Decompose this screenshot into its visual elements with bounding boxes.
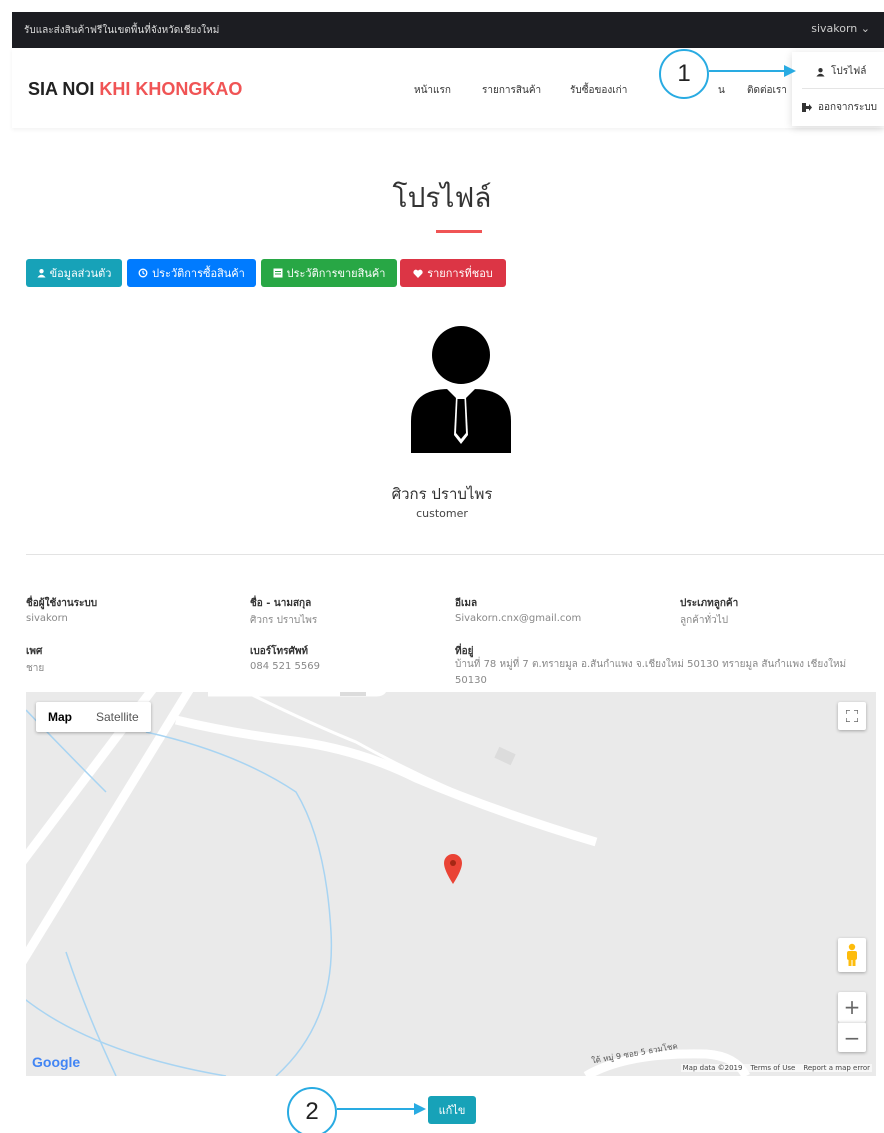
dropdown-logout-label: ออกจากระบบ bbox=[818, 102, 878, 113]
value-username: sivakorn bbox=[26, 613, 68, 624]
callout-1-arrowhead bbox=[784, 65, 796, 77]
callout-1: 1 bbox=[659, 49, 709, 99]
section-divider bbox=[26, 554, 884, 555]
value-gender: ชาย bbox=[26, 663, 45, 674]
user-menu-toggle[interactable]: sivakorn ⌄ bbox=[811, 22, 870, 35]
edit-profile-button[interactable]: แก้ไข bbox=[428, 1096, 476, 1124]
label-email: อีเมล bbox=[455, 598, 478, 609]
site-logo[interactable]: SIA NOI KHI KHONGKAO bbox=[28, 79, 242, 100]
nav-obscured-item[interactable]: น bbox=[718, 83, 725, 98]
tab-sales-history[interactable]: ประวัติการขายสินค้า bbox=[261, 259, 397, 287]
user-dropdown-menu: โปรไฟล์ ออกจากระบบ bbox=[792, 52, 884, 126]
tab-sales-label: ประวัติการขายสินค้า bbox=[286, 267, 386, 280]
callout-2: 2 bbox=[287, 1087, 337, 1133]
map-terms-link[interactable]: Terms of Use bbox=[750, 1064, 795, 1072]
page-title: โปรไฟล์ bbox=[392, 181, 492, 214]
map-report-link[interactable]: Report a map error bbox=[803, 1064, 870, 1072]
top-bar: รับและส่งสินค้าฟรีในเขตพื้นที่จังหวัดเชี… bbox=[12, 12, 884, 48]
label-customer-type: ประเภทลูกค้า bbox=[680, 598, 739, 609]
tab-personal-label: ข้อมูลส่วนตัว bbox=[49, 267, 112, 280]
logo-text-primary: SIA NOI bbox=[28, 79, 100, 99]
value-fullname: ศิวกร ปราบไพร bbox=[250, 615, 318, 626]
profile-name: ศิวกร ปราบไพร bbox=[391, 485, 493, 503]
google-logo-text: Google bbox=[32, 1054, 81, 1070]
dropdown-profile-label: โปรไฟล์ bbox=[831, 66, 867, 77]
profile-avatar bbox=[411, 326, 511, 453]
map-type-map-button[interactable]: Map bbox=[36, 702, 84, 732]
username-label: sivakorn bbox=[811, 22, 858, 35]
label-username: ชื่อผู้ใช้งานระบบ bbox=[26, 598, 98, 609]
dropdown-item-profile[interactable]: โปรไฟล์ bbox=[816, 64, 866, 79]
nav-home[interactable]: หน้าแรก bbox=[414, 83, 451, 98]
label-fullname: ชื่อ - นามสกุล bbox=[250, 598, 312, 609]
map-roads bbox=[26, 692, 751, 1076]
zoom-in-button[interactable]: + bbox=[838, 992, 866, 1022]
nav-products[interactable]: รายการสินค้า bbox=[482, 83, 541, 98]
title-underline bbox=[436, 230, 482, 233]
value-address: บ้านที่ 78 หมู่ที่ 7 ต.ทรายมูล อ.สันกำแพ… bbox=[455, 659, 847, 686]
label-phone: เบอร์โทรศัพท์ bbox=[250, 646, 309, 657]
value-customer-type: ลูกค้าทั่วไป bbox=[680, 615, 729, 626]
map-data-credit: Map data ©2019 bbox=[682, 1064, 743, 1072]
fullscreen-icon bbox=[846, 710, 858, 722]
callout-2-arrow-line bbox=[337, 1108, 414, 1110]
nav-contact[interactable]: ติดต่อเรา bbox=[747, 83, 787, 98]
callout-2-arrowhead bbox=[414, 1103, 426, 1115]
dropdown-item-logout[interactable]: ออกจากระบบ bbox=[802, 100, 877, 115]
fullscreen-button[interactable] bbox=[838, 702, 866, 730]
tab-purchase-history[interactable]: ประวัติการซื้อสินค้า bbox=[127, 259, 256, 287]
user-icon bbox=[816, 67, 825, 76]
callout-1-arrow-line bbox=[709, 70, 784, 72]
map-pin-icon bbox=[444, 854, 462, 884]
history-icon bbox=[138, 268, 148, 278]
value-email: Sivakorn.cnx@gmail.com bbox=[455, 613, 582, 624]
list-icon bbox=[273, 268, 283, 278]
label-gender: เพศ bbox=[26, 646, 43, 657]
chevron-down-icon: ⌄ bbox=[860, 22, 870, 35]
promo-text: รับและส่งสินค้าฟรีในเขตพื้นที่จังหวัดเชี… bbox=[24, 25, 220, 36]
pegman-icon bbox=[847, 943, 857, 966]
map-type-satellite-button[interactable]: Satellite bbox=[84, 702, 151, 732]
value-phone: 084 521 5569 bbox=[250, 661, 320, 672]
main-navbar: SIA NOI KHI KHONGKAO หน้าแรก รายการสินค้… bbox=[12, 48, 884, 128]
location-map[interactable]: Map Satellite + − ใต้ หมู่ 9 ซอย 5 ธวมโช… bbox=[26, 692, 876, 1076]
dropdown-divider bbox=[802, 88, 884, 89]
logo-text-accent: KHI KHONGKAO bbox=[99, 79, 243, 99]
tab-purchase-label: ประวัติการซื้อสินค้า bbox=[152, 267, 245, 280]
heart-icon bbox=[413, 269, 423, 278]
google-logo: Google bbox=[32, 1054, 80, 1070]
street-view-button[interactable] bbox=[838, 938, 866, 972]
nav-buy-old[interactable]: รับซื้อของเก่า bbox=[570, 83, 627, 98]
map-footer: Map data ©2019 Terms of Use Report a map… bbox=[680, 1064, 872, 1072]
sign-out-icon bbox=[802, 103, 812, 112]
map-type-toggle: Map Satellite bbox=[36, 702, 151, 732]
user-icon bbox=[37, 269, 46, 278]
zoom-out-button[interactable]: − bbox=[838, 1022, 866, 1052]
tab-personal-info[interactable]: ข้อมูลส่วนตัว bbox=[26, 259, 122, 287]
profile-role: customer bbox=[416, 507, 468, 520]
tab-favorites[interactable]: รายการที่ชอบ bbox=[400, 259, 506, 287]
tab-favorites-label: รายการที่ชอบ bbox=[427, 267, 493, 280]
